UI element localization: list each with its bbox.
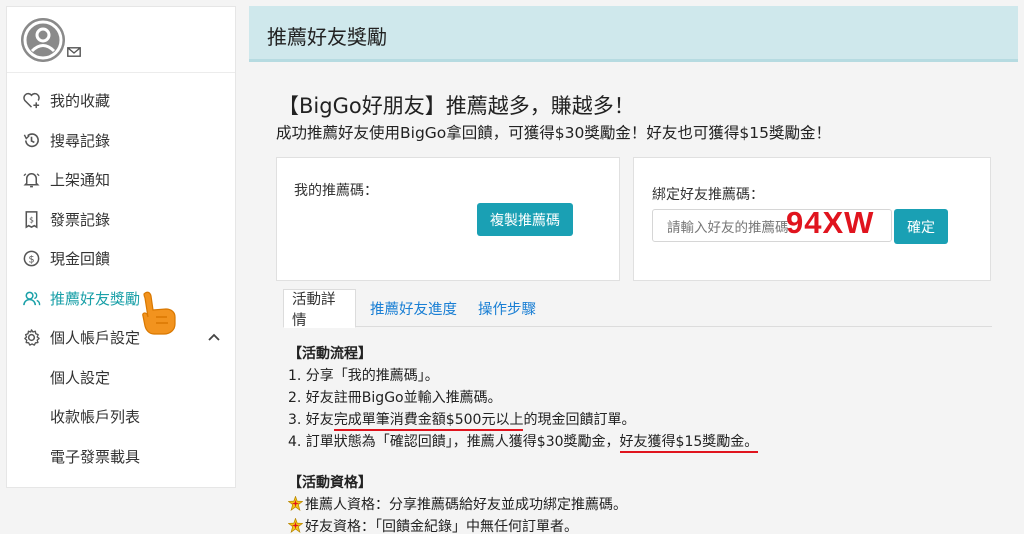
- submenu-item-label: 收款帳戶列表: [50, 408, 141, 427]
- promo-subtitle: 成功推薦好友使用BigGo拿回饋，可獲得$30獎勵金！好友也可獲得$15獎勵金！: [276, 124, 831, 142]
- sidebar-item-label: 推薦好友獎勵: [50, 289, 141, 308]
- account-submenu: 個人設定 收款帳戶列表 電子發票載具: [7, 358, 235, 477]
- submenu-item-e-invoice-carrier[interactable]: 電子發票載具: [7, 437, 235, 477]
- page-header: 推薦好友獎勵: [249, 6, 1018, 62]
- flow-step: 1. 分享「我的推薦碼」。: [288, 368, 439, 384]
- sidebar-item-favorites[interactable]: 我的收藏: [7, 81, 235, 121]
- sidebar-item-label: 現金回饋: [50, 250, 111, 269]
- gear-icon: [21, 328, 41, 348]
- eligibility-item: 好友資格：「回饋金紀錄」中無任何訂單者。: [288, 516, 758, 534]
- sidebar-item-invoices[interactable]: $ 發票記錄: [7, 200, 235, 240]
- flow-step: 2. 好友註冊BigGo並輸入推薦碼。: [288, 390, 502, 406]
- submenu-item-personal-settings[interactable]: 個人設定: [7, 358, 235, 398]
- flow-step: 4. 訂單狀態為「確認回饋」，推薦人獲得$30獎勵金，好友獲得$15獎勵金。: [288, 431, 759, 453]
- tab-activity-details[interactable]: 活動詳情: [283, 289, 356, 329]
- confirm-button[interactable]: 確定: [894, 209, 948, 244]
- flow-step: 3. 好友完成單筆消費金額$500元以上的現金回饋訂單。: [288, 409, 758, 431]
- page-title: 推薦好友獎勵: [267, 25, 387, 49]
- sparkle-star-icon: [288, 518, 303, 533]
- pointing-hand-icon: [142, 291, 176, 335]
- avatar[interactable]: [21, 18, 65, 62]
- flow-title: 【活動流程】: [288, 346, 372, 362]
- tab-referral-progress[interactable]: 推薦好友進度: [362, 289, 465, 327]
- sidebar-item-label: 個人帳戶設定: [50, 329, 141, 348]
- copy-referral-code-button[interactable]: 複製推薦碼: [477, 203, 573, 236]
- sidebar: 我的收藏 搜尋記錄 上架通知 $ 發票記錄 $ 現金回饋 推薦好友獎勵 個人帳戶…: [6, 6, 236, 488]
- profile-header: [7, 7, 235, 73]
- activity-details: 【活動流程】 1. 分享「我的推薦碼」。 2. 好友註冊BigGo並輸入推薦碼。…: [288, 343, 759, 534]
- detail-tabs: 活動詳情 推薦好友進度 操作步驟: [283, 289, 992, 329]
- chevron-up-icon[interactable]: [207, 330, 221, 344]
- sidebar-item-cashback[interactable]: $ 現金回饋: [7, 239, 235, 279]
- sidebar-item-label: 上架通知: [50, 171, 111, 190]
- svg-text:$: $: [28, 255, 34, 266]
- eligibility-item: 推薦人資格：分享推薦碼給好友並成功綁定推薦碼。: [288, 494, 758, 516]
- sidebar-item-search-history[interactable]: 搜尋記錄: [7, 121, 235, 161]
- sparkle-star-icon: [288, 496, 303, 511]
- sidebar-item-label: 我的收藏: [50, 92, 111, 111]
- my-referral-code-label: 我的推薦碼：: [294, 183, 378, 199]
- history-icon: [21, 130, 41, 150]
- sidebar-item-notifications[interactable]: 上架通知: [7, 160, 235, 200]
- highlighted-condition: 完成單筆消費金額$500元以上: [333, 412, 524, 431]
- sidebar-menu: 我的收藏 搜尋記錄 上架通知 $ 發票記錄 $ 現金回饋 推薦好友獎勵 個人帳戶…: [7, 73, 235, 358]
- sidebar-item-label: 搜尋記錄: [50, 131, 111, 150]
- submenu-item-payout-accounts[interactable]: 收款帳戶列表: [7, 397, 235, 437]
- submenu-item-label: 電子發票載具: [50, 447, 141, 466]
- sidebar-item-label: 發票記錄: [50, 210, 111, 229]
- tab-steps[interactable]: 操作步驟: [470, 289, 544, 327]
- users-icon: [21, 288, 41, 308]
- bell-icon: [21, 170, 41, 190]
- bind-referral-code-label: 綁定好友推薦碼：: [652, 187, 764, 203]
- sidebar-item-referral[interactable]: 推薦好友獎勵: [7, 279, 235, 319]
- mail-icon[interactable]: [67, 47, 81, 57]
- receipt-icon: $: [21, 209, 41, 229]
- eligibility-title: 【活動資格】: [288, 475, 372, 491]
- highlighted-reward: 好友獲得$15獎勵金。: [619, 434, 759, 453]
- dollar-icon: $: [21, 249, 41, 269]
- overlay-referral-code: 94XW: [786, 205, 875, 240]
- submenu-item-label: 個人設定: [50, 368, 111, 387]
- svg-text:$: $: [29, 215, 34, 224]
- user-avatar-icon: [21, 18, 65, 62]
- heart-plus-icon: [21, 91, 41, 111]
- promo-title: 【BigGo好朋友】推薦越多，賺越多！: [278, 94, 635, 118]
- my-referral-code-card: 我的推薦碼： 複製推薦碼: [276, 157, 620, 281]
- sidebar-item-account-settings[interactable]: 個人帳戶設定: [7, 318, 235, 358]
